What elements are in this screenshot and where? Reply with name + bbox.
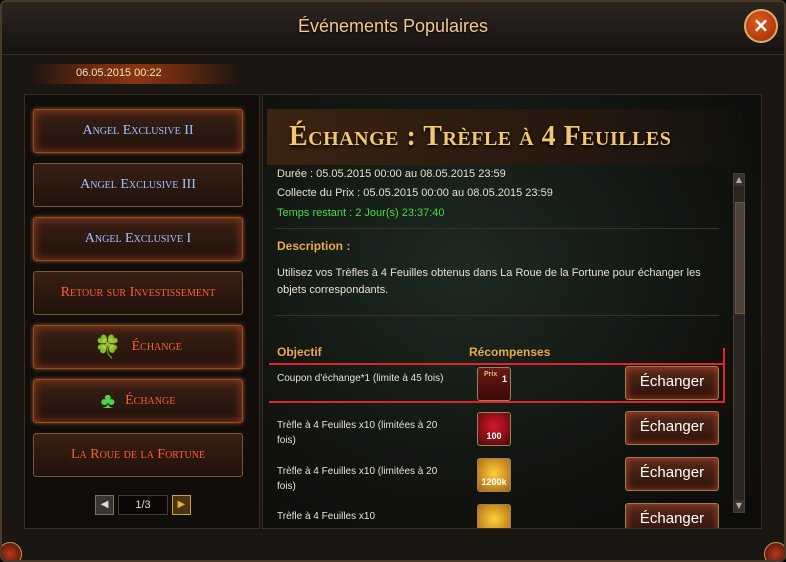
sidebar-item-label: Retour sur Investissement [60, 285, 216, 300]
sidebar-item-label: Angel Exclusive III [80, 177, 196, 192]
coupon-reward-icon[interactable]: Prix 1 [477, 367, 511, 401]
sidebar-item-angel-exclusive-3[interactable]: Angel Exclusive III [33, 163, 243, 207]
exchange-button[interactable]: Échanger [625, 503, 719, 528]
event-title: Échange : Trèfle à 4 Feuilles [289, 121, 672, 152]
corner-ornament [2, 542, 22, 560]
objective-text: Trèfle à 4 Feuilles x10 [277, 511, 376, 522]
objective-text: Trèfle à 4 Feuilles x10 (limitées à 20 f… [277, 420, 438, 446]
close-icon[interactable]: × [744, 9, 778, 43]
sidebar-item-angel-exclusive-2[interactable]: Angel Exclusive II [33, 109, 243, 153]
rewards-header: Récompenses [469, 345, 551, 359]
event-description: Utilisez vos Trèfles à 4 Feuilles obtenu… [277, 267, 701, 296]
description-header: Description : [277, 239, 351, 253]
window-title: Événements Populaires [297, 16, 489, 36]
sidebar-item-label: Échange [125, 393, 176, 408]
sidebar-item-angel-exclusive-1[interactable]: Angel Exclusive I [33, 217, 243, 261]
sidebar-item-label: La Roue de la Fortune [70, 447, 206, 462]
gold-reward-icon[interactable]: 1200k [477, 458, 511, 492]
event-remaining-time: Temps restant : 2 Jour(s) 23:37:40 [277, 207, 445, 219]
corner-ornament [764, 542, 784, 560]
clover-icon: ♣ [100, 388, 116, 413]
event-sidebar: Angel Exclusive II Angel Exclusive III A… [24, 94, 260, 529]
reward-count: 1200k [481, 477, 507, 487]
event-window: Événements Populaires × 06.05.2015 00:22… [0, 0, 786, 562]
sidebar-item-echange-basket[interactable]: 🍀 Échange [33, 325, 243, 369]
arrow-left-icon[interactable]: ◀ [95, 495, 115, 515]
clover-reward-icon[interactable]: 100 [477, 412, 511, 446]
sidebar-pager: ◀ 1/3 ▶ [95, 495, 191, 515]
event-duration: Durée : 05.05.2015 00:00 au 08.05.2015 2… [277, 168, 506, 180]
event-detail-panel: Échange : Trèfle à 4 Feuilles Durée : 05… [262, 94, 762, 529]
scroll-up-icon[interactable]: ▲ [734, 174, 744, 186]
sidebar-item-label: Échange [131, 339, 182, 354]
exchange-button[interactable]: Échanger [625, 366, 719, 400]
objective-text: Coupon d'échange*1 (limite à 45 fois) [277, 373, 444, 384]
sidebar-item-retour-investissement[interactable]: Retour sur Investissement [33, 271, 243, 315]
reward-count: 100 [486, 431, 502, 441]
sidebar-item-echange-clover[interactable]: ♣ Échange [33, 379, 243, 423]
page-number: 1/3 [118, 495, 168, 515]
title-bar: Événements Populaires × [2, 2, 784, 55]
clover-basket-icon: 🍀 [94, 334, 122, 359]
event-collection: Collecte du Prix : 05.05.2015 00:00 au 0… [277, 187, 553, 199]
arrow-right-icon[interactable]: ▶ [171, 495, 191, 515]
current-date: 06.05.2015 00:22 [76, 67, 162, 79]
exchange-button[interactable]: Échanger [625, 411, 719, 445]
sidebar-item-label: Angel Exclusive II [82, 123, 194, 138]
divider [275, 228, 719, 229]
gold-reward-icon[interactable] [477, 504, 511, 528]
sidebar-item-roue-fortune[interactable]: La Roue de la Fortune [33, 433, 243, 477]
reward-label: Prix [484, 371, 498, 378]
scroll-down-icon[interactable]: ▼ [734, 500, 744, 512]
objective-header: Objectif [277, 345, 322, 359]
divider [275, 315, 719, 316]
highlight-border [723, 348, 725, 366]
sidebar-item-label: Angel Exclusive I [84, 231, 192, 246]
scroll-thumb[interactable] [735, 202, 745, 314]
objective-text: Trèfle à 4 Feuilles x10 (limitées à 20 f… [277, 466, 438, 492]
scrollbar[interactable]: ▲ ▼ [733, 173, 745, 513]
reward-count: 1 [501, 374, 507, 384]
exchange-button[interactable]: Échanger [625, 457, 719, 491]
